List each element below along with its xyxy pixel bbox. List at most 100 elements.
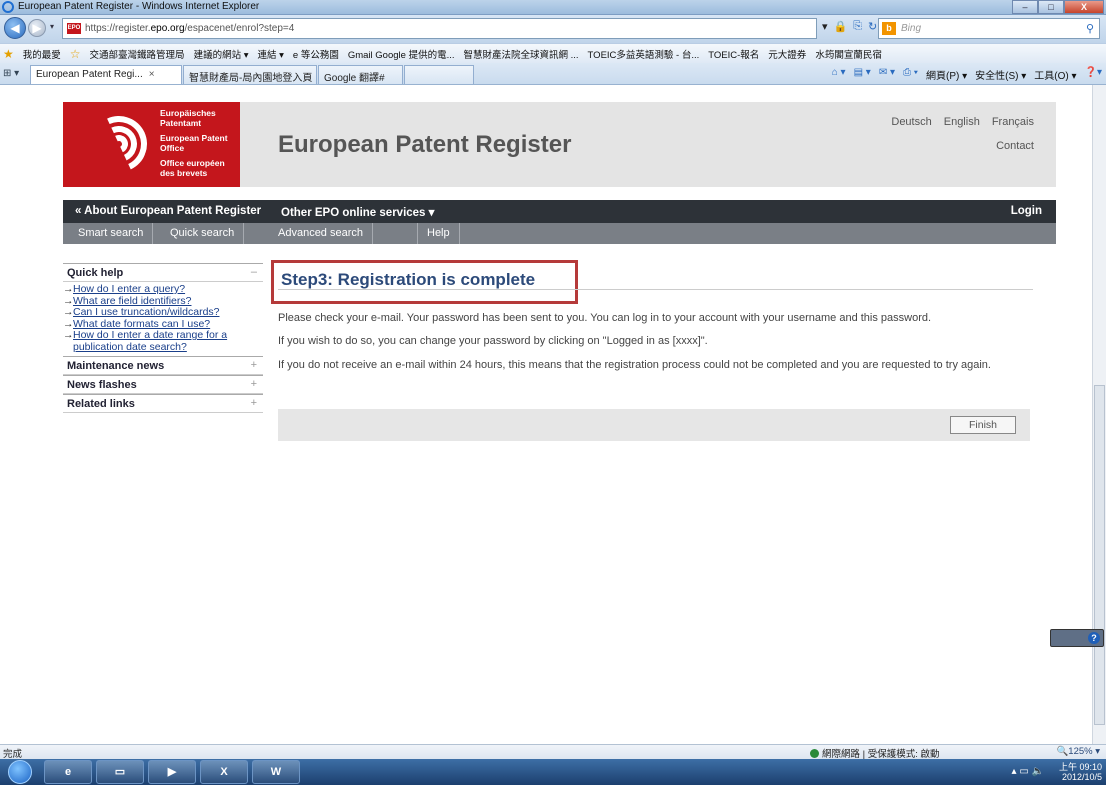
taskbar-excel-icon[interactable]: X [200,760,248,784]
fav-link[interactable]: 建議的網站 ▾ [194,47,249,61]
quick-help-list: → How do I enter a query? → What are field… [63,282,263,356]
forward-button[interactable]: ▶ [28,19,46,37]
help-icon[interactable]: ? [1088,632,1100,644]
fav-link[interactable]: 元大證券 [768,47,806,61]
tab-quick-search[interactable]: Quick search [161,223,245,244]
other-services-menu[interactable]: Other EPO online services ▾ [281,205,434,219]
fav-link[interactable]: 交通部臺灣鐵路管理局 [90,47,185,61]
lock-icon[interactable]: 🔒 [834,20,848,33]
finish-button[interactable]: Finish [950,416,1016,434]
tab-tipo[interactable]: 智慧財產局-局內園地登入頁 [183,65,317,84]
about-register-link[interactable]: « About European Patent Register [75,205,261,217]
side-widget[interactable]: ? [1050,629,1104,647]
home-icon[interactable]: ⌂ ▾ [832,67,846,82]
fav-link[interactable]: TOEIC-報名 [708,47,759,61]
ie-logo-icon [2,1,14,13]
windows-taskbar: e ▭ ▶ X W ▴ ▭ 🔈 上午 09:10 2012/10/5 [0,759,1106,785]
quick-help-header[interactable]: Quick help – [63,263,263,282]
tab-help[interactable]: Help [418,223,460,244]
address-dropdown-icon[interactable]: ▾ [822,20,828,33]
help-menu-icon[interactable]: ❓▾ [1085,67,1102,82]
search-icon[interactable]: ⚲ [1086,22,1094,35]
epo-logo[interactable]: Europäisches Patentamt European Patent O… [63,102,240,187]
address-toolbar: ◀ ▶ ▾ EPO https://register.epo.org/espac… [0,15,1106,43]
globe-icon [810,749,819,758]
lang-english-link[interactable]: English [944,116,980,128]
news-flashes-header[interactable]: News flashes + [63,375,263,394]
logo-text-fr: Office européen des brevets [160,158,225,178]
back-button[interactable]: ◀ [4,17,26,39]
collapse-icon[interactable]: – [251,266,257,278]
contact-link[interactable]: Contact [996,140,1034,152]
mail-icon[interactable]: ✉ ▾ [879,67,895,82]
action-bar: Finish [278,409,1030,441]
message-password-sent: Please check your e-mail. Your password … [278,312,932,324]
logo-text-en: European Patent Office [160,133,228,153]
message-retry: If you do not receive an e-mail within 2… [278,359,991,371]
zoom-control[interactable]: 🔍125% ▾ [1056,746,1100,757]
sub-nav: Smart search Quick search Advanced searc… [63,223,1056,244]
taskbar-explorer-icon[interactable]: ▭ [96,760,144,784]
tab-smart-search[interactable]: Smart search [69,223,154,244]
fav-link[interactable]: 智慧財產法院全球資訊網 ... [463,47,578,61]
maintenance-news-header[interactable]: Maintenance news + [63,356,263,375]
fav-link[interactable]: TOEIC多益英語測驗 - 台... [588,47,700,61]
expand-icon[interactable]: + [251,397,257,409]
close-window-button[interactable]: X [1064,0,1104,14]
title-divider [278,289,1033,290]
login-link[interactable]: Login [1011,205,1042,217]
fav-link[interactable]: 連結 ▾ [257,47,283,61]
scrollbar-thumb[interactable] [1094,385,1105,725]
taskbar-media-icon[interactable]: ▶ [148,760,196,784]
lang-francais-link[interactable]: Français [992,116,1034,128]
search-input[interactable]: b Bing ⚲ [878,18,1100,39]
tab-advanced-search[interactable]: Advanced search [269,223,373,244]
taskbar-ie-icon[interactable]: e [44,760,92,784]
site-header: Europäisches Patentamt European Patent O… [63,102,1056,187]
maximize-button[interactable]: □ [1038,0,1064,14]
start-button[interactable] [8,760,32,784]
quick-tabs-icon[interactable]: ⊞ ▾ [3,68,19,79]
page-viewport: Europäisches Patentamt European Patent O… [8,86,1092,744]
security-zone[interactable]: 網際網路 | 受保護模式: 啟動 [810,746,940,760]
search-placeholder: Bing [901,23,922,34]
close-tab-icon[interactable]: × [149,69,155,80]
expand-icon[interactable]: + [251,378,257,390]
fav-link[interactable]: 水筠閣宣蘭民宿 [815,47,882,61]
epo-favicon-icon: EPO [67,23,81,34]
add-favorite-icon[interactable]: ☆ [70,47,81,61]
compatibility-icon[interactable]: ⎘ [853,20,862,33]
tools-menu[interactable]: 工具(O) ▾ [1034,67,1076,82]
tab-bar: ⊞ ▾ European Patent Regi... × 智慧財產局-局內園地登… [0,63,1106,85]
feeds-icon[interactable]: ▤ ▾ [854,67,871,82]
bing-logo-icon: b [882,22,896,35]
window-title: European Patent Register - Windows Inter… [18,1,260,12]
favorites-label[interactable]: 我的最愛 [23,47,61,61]
minimize-button[interactable]: – [1012,0,1038,14]
sidebar: Quick help – → How do I enter a query? → W… [63,263,263,413]
main-nav: « About European Patent Register Other E… [63,200,1056,223]
new-tab-button[interactable] [404,65,474,84]
fav-link[interactable]: Gmail Google 提供的電... [348,47,455,61]
taskbar-word-icon[interactable]: W [252,760,300,784]
refresh-icon[interactable]: ↻ [868,20,877,33]
history-dropdown-icon[interactable]: ▾ [50,22,54,31]
print-icon[interactable]: ⎙ ▾ [903,67,918,82]
lang-deutsch-link[interactable]: Deutsch [891,116,931,128]
expand-icon[interactable]: + [251,359,257,371]
tab-epo[interactable]: European Patent Regi... × [30,65,182,84]
fav-link[interactable]: e 等公務園 [293,47,339,61]
address-input[interactable]: EPO https://register.epo.org/espacenet/e… [62,18,817,39]
safety-menu[interactable]: 安全性(S) ▾ [975,67,1026,82]
help-link-date-range[interactable]: → How do I enter a date range for a publi… [63,329,263,353]
status-text: 完成 [3,749,23,760]
site-title: European Patent Register [278,131,572,158]
tray-icons[interactable]: ▴ ▭ 🔈 [1012,766,1044,777]
related-links-header[interactable]: Related links + [63,394,263,413]
tab-google-translate[interactable]: Google 翻譯# [318,65,403,84]
message-change-password: If you wish to do so, you can change you… [278,335,708,347]
favorites-star-icon[interactable]: ★ [3,47,14,61]
tab-empty [385,223,418,244]
page-menu[interactable]: 網頁(P) ▾ [926,67,967,82]
clock[interactable]: 上午 09:10 2012/10/5 [1059,762,1102,782]
